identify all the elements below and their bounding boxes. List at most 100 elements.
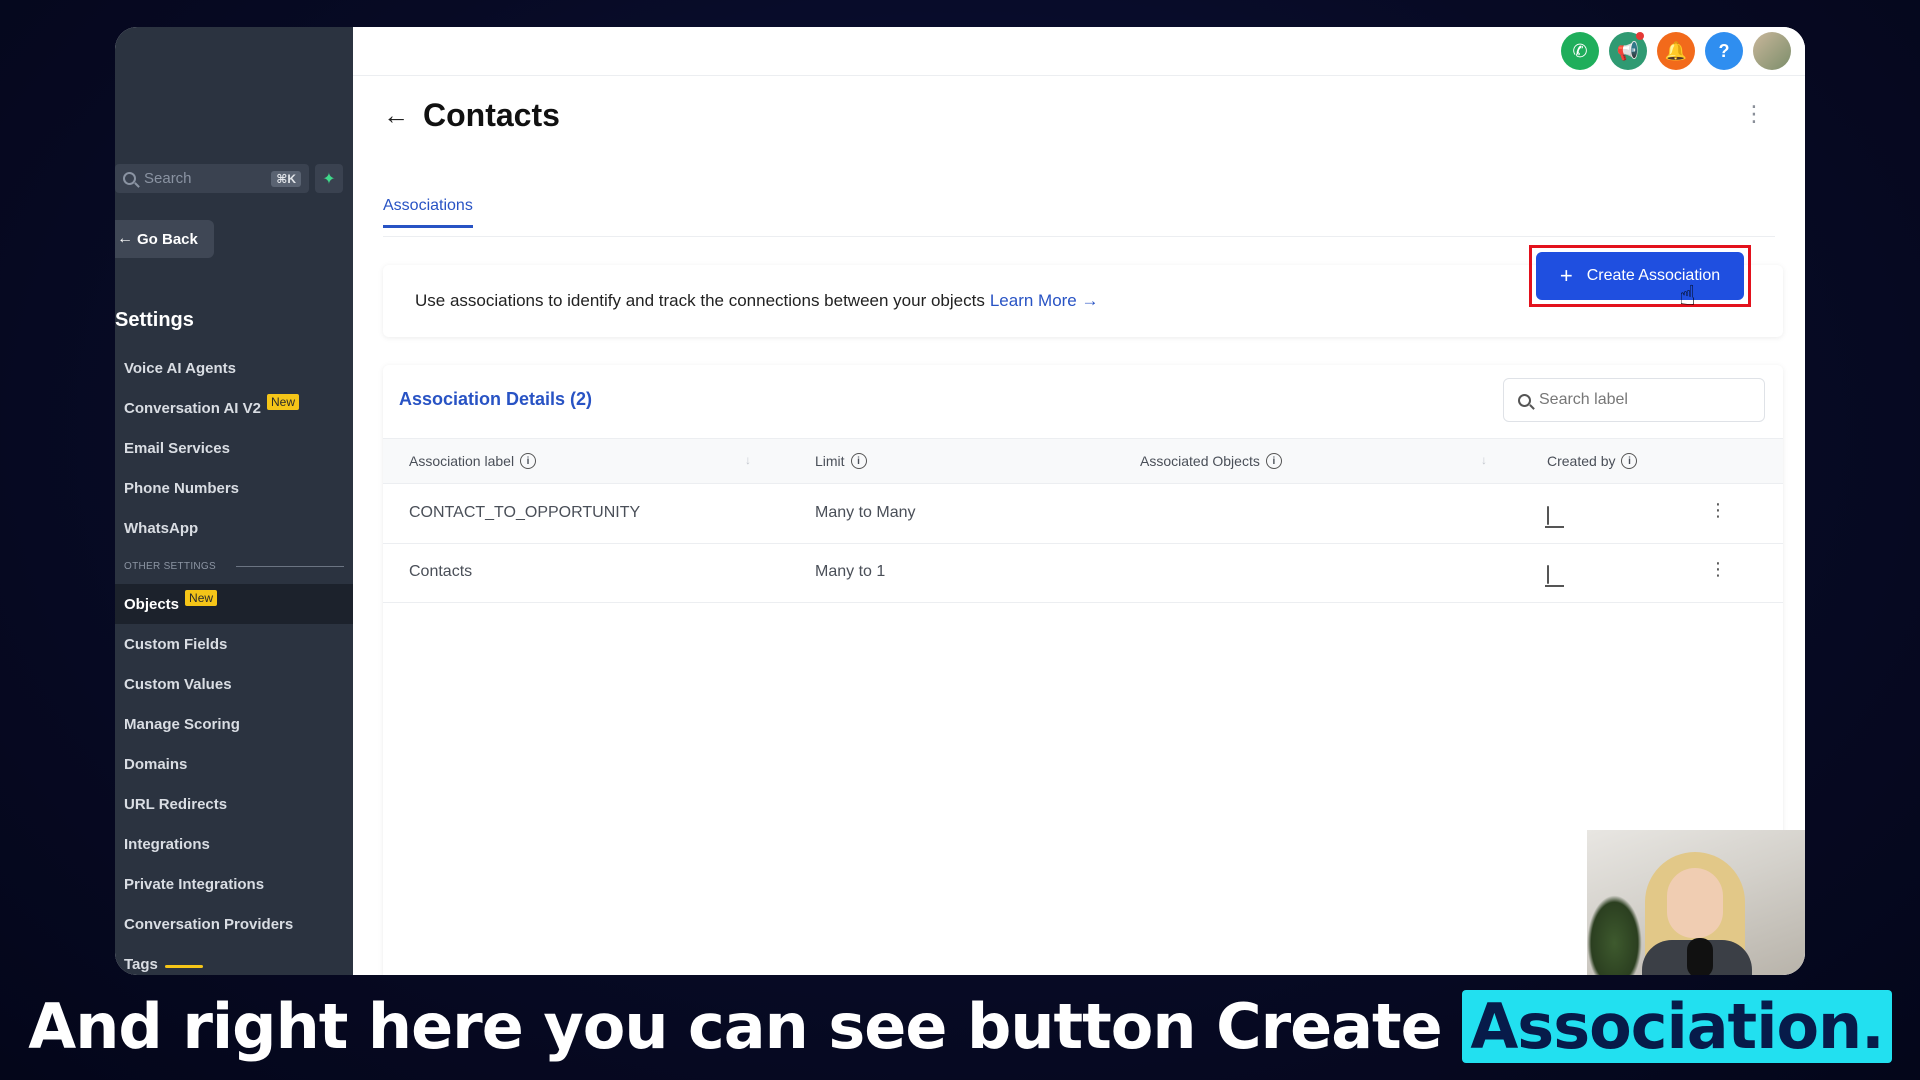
search-shortcut-badge: ⌘K [271,170,301,187]
info-icon[interactable]: i [850,453,867,469]
plus-icon: + [1559,263,1573,288]
page-title: Contacts [423,97,560,133]
header-label: Association label [409,453,515,469]
table-row[interactable]: CONTACT_TO_OPPORTUNITY Many to Many ⋮ [383,485,1783,544]
tab-associations[interactable]: Associations [383,197,473,228]
video-caption: And right here you can see button Create… [0,990,1920,1063]
search-label-placeholder: Search label [1539,391,1628,408]
go-back-button[interactable]: ← Go Back [115,220,214,258]
table-header: Association label i ↓ Limit i Associated O… [383,438,1783,484]
sidebar-item-label: WhatsApp [124,519,199,537]
back-arrow-icon[interactable]: ← [383,100,409,131]
help-glyph: ? [1718,40,1730,61]
sidebar-item-label: Integrations [124,835,210,853]
sidebar-item-tags[interactable]: Tags [115,944,353,975]
notification-dot [1636,32,1644,40]
info-icon[interactable]: i [1265,453,1282,469]
sidebar-item-label: URL Redirects [124,795,228,813]
sidebar-item-label: Domains [124,755,188,773]
settings-sidebar: Search ⌘K ✦ ← Go Back Settings Voice AI … [115,27,353,975]
column-header-limit[interactable]: Limit i [815,453,867,469]
search-icon [1518,393,1531,407]
sidebar-item-label: Voice AI Agents [124,359,236,377]
sidebar-item-label: Email Services [124,439,230,457]
learn-more-label: Learn More [989,291,1077,310]
cell-association-label: CONTACT_TO_OPPORTUNITY [409,504,641,521]
new-badge: New [185,590,218,606]
sidebar-search-placeholder: Search [144,170,192,187]
row-more-options-icon[interactable]: ⋮ [1709,500,1727,521]
info-text: Use associations to identify and track t… [415,291,985,310]
sidebar-item-label: Phone Numbers [124,479,240,497]
sidebar-item-private-integrations[interactable]: Private Integrations [115,864,353,904]
sidebar-search-input[interactable]: Search ⌘K [115,164,309,193]
sidebar-item-url-redirects[interactable]: URL Redirects [115,784,353,824]
sidebar-item-domains[interactable]: Domains [115,744,353,784]
sidebar-scroll-indicator[interactable] [165,965,203,968]
column-header-created-by[interactable]: Created by i [1547,453,1638,469]
microphone-image [1687,938,1713,975]
caption-text: And right here you can see button Create [28,990,1442,1063]
arrow-left-icon: ← [117,230,133,247]
sidebar-item-phone-numbers[interactable]: Phone Numbers [115,468,353,508]
info-icon[interactable]: i [1621,453,1638,469]
app-window: Search ⌘K ✦ ← Go Back Settings Voice AI … [115,27,1805,975]
sort-icon[interactable]: ↓ [1481,453,1487,467]
learn-more-link[interactable]: Learn More → [990,291,1099,311]
sort-icon[interactable]: ↓ [745,453,751,467]
create-association-highlight: + Create Association [1529,245,1751,307]
section-label: OTHER SETTINGS [124,561,216,572]
column-header-association-label[interactable]: Association label i [409,453,537,469]
help-icon[interactable]: ? [1705,32,1743,70]
info-icon[interactable]: i [520,453,537,469]
user-avatar[interactable] [1753,32,1791,70]
sidebar-item-label: Conversation Providers [124,915,294,933]
new-badge: New [266,394,299,410]
sidebar-item-custom-fields[interactable]: Custom Fields [115,624,353,664]
more-options-icon[interactable]: ⋮ [1743,103,1765,125]
sidebar-item-manage-scoring[interactable]: Manage Scoring [115,704,353,744]
main-content: ✆ 📢 🔔 ? ← Contacts ⋮ Associations Use as… [353,27,1805,975]
cell-association-label: Contacts [409,563,473,580]
sidebar-item-label: Conversation AI V2 [124,399,261,417]
system-icon [1547,565,1549,584]
sidebar-item-whatsapp[interactable]: WhatsApp [115,508,353,548]
system-icon [1547,506,1549,525]
sidebar-section-other-settings: OTHER SETTINGS [124,561,344,572]
header-label: Created by [1547,453,1616,469]
column-header-associated-objects[interactable]: Associated Objects i [1140,453,1282,469]
sidebar-item-objects[interactable]: Objects New [115,584,353,624]
create-association-button[interactable]: + Create Association [1536,252,1744,300]
sidebar-item-custom-values[interactable]: Custom Values [115,664,353,704]
hand-cursor-icon: ☝ [1679,280,1697,311]
bell-icon[interactable]: 🔔 [1657,32,1695,70]
phone-icon[interactable]: ✆ [1561,32,1599,70]
sidebar-item-label: Custom Fields [124,635,228,653]
tab-bar: Associations [383,197,1775,237]
section-divider [235,566,344,567]
cell-limit: Many to 1 [815,563,886,580]
sidebar-item-voice-ai-agents[interactable]: Voice AI Agents [115,348,353,388]
header-label: Limit [815,453,845,469]
sidebar-item-label: Objects [124,595,180,613]
megaphone-icon[interactable]: 📢 [1609,32,1647,70]
page-header: ← Contacts [383,97,560,134]
presenter-webcam [1587,830,1805,975]
ai-sparkle-icon[interactable]: ✦ [315,164,343,193]
settings-title: Settings [115,309,194,331]
sidebar-item-conversation-ai-v2[interactable]: Conversation AI V2 New [115,388,353,428]
search-icon [123,172,136,185]
row-more-options-icon[interactable]: ⋮ [1709,559,1727,580]
caption-highlight: Association. [1462,990,1892,1063]
table-row[interactable]: Contacts Many to 1 ⋮ [383,544,1783,603]
cell-limit: Many to Many [815,504,916,521]
search-label-input[interactable]: Search label [1503,378,1765,422]
sidebar-item-integrations[interactable]: Integrations [115,824,353,864]
header-label: Associated Objects [1140,453,1260,469]
top-bar: ✆ 📢 🔔 ? [353,27,1805,76]
sidebar-item-email-services[interactable]: Email Services [115,428,353,468]
top-icons: ✆ 📢 🔔 ? [1561,32,1791,70]
sidebar-item-conversation-providers[interactable]: Conversation Providers [115,904,353,944]
presenter-face [1667,868,1723,938]
sidebar-item-label: Tags [124,955,158,973]
